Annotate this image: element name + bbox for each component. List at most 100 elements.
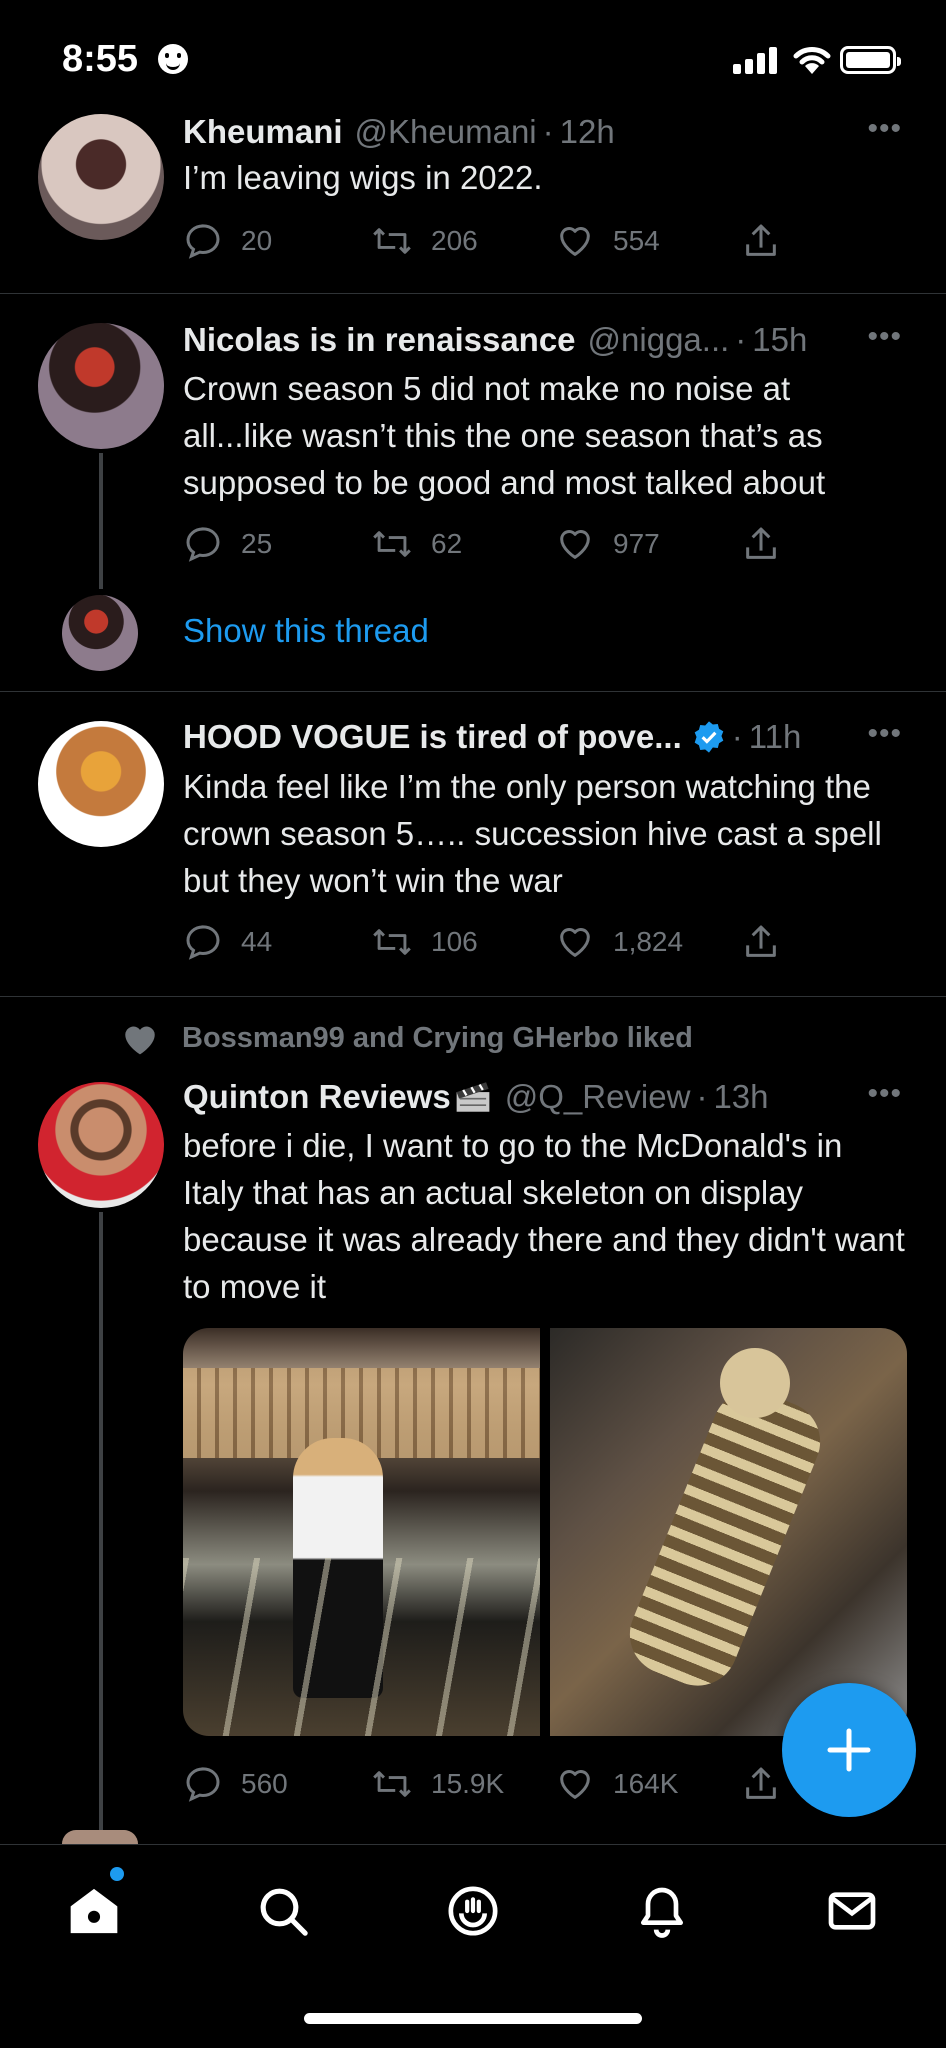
author-handle[interactable]: @Kheumani	[355, 113, 537, 151]
tab-messages[interactable]	[820, 1879, 884, 1943]
like-count: 554	[613, 225, 660, 256]
more-icon[interactable]: •••	[867, 717, 902, 751]
tweet-time: 12h	[559, 113, 615, 150]
retweet-button[interactable]: 62	[371, 521, 462, 567]
share-button[interactable]	[741, 919, 799, 965]
messages-icon	[828, 1892, 876, 1930]
tab-search[interactable]	[251, 1879, 315, 1943]
like-icon	[560, 530, 590, 559]
reply-button[interactable]: 25	[183, 521, 272, 567]
liked-by-text[interactable]: Bossman99 and Crying GHerbo liked	[182, 1022, 693, 1055]
tab-notifications[interactable]	[630, 1879, 694, 1943]
retweet-icon	[373, 1771, 411, 1797]
retweet-button[interactable]: 206	[371, 218, 478, 264]
like-button[interactable]: 554	[555, 218, 660, 264]
social-context: Bossman99 and Crying GHerbo liked	[120, 1020, 693, 1056]
separator-dot: ·	[735, 321, 747, 358]
author-handle[interactable]: @Q_Review	[505, 1078, 691, 1116]
avatar[interactable]	[38, 721, 164, 847]
reply-count: 44	[241, 926, 273, 957]
tweet-header: Quinton Reviews @Q_Review · 13h •••	[183, 1075, 906, 1119]
home-indicator	[304, 2013, 642, 2024]
retweet-button[interactable]: 106	[371, 919, 478, 965]
retweet-icon	[373, 929, 411, 955]
reply-icon	[186, 1767, 220, 1802]
like-icon	[560, 928, 590, 957]
focus-mode-icon	[158, 44, 188, 74]
media-grid[interactable]	[183, 1328, 907, 1736]
reply-icon	[186, 527, 220, 562]
tweet-header: Kheumani @Kheumani · 12h •••	[183, 110, 906, 154]
thread-connector	[99, 1212, 103, 1834]
tweet-actions: 25 62 977	[183, 521, 783, 567]
cellular-signal-icon	[733, 46, 777, 74]
like-button[interactable]: 1,824	[555, 919, 683, 965]
author-name[interactable]: HOOD VOGUE is tired of pove...	[183, 718, 682, 756]
tweet-text: I’m leaving wigs in 2022.	[183, 159, 543, 196]
share-icon	[746, 224, 776, 256]
separator-dot: ·	[696, 1078, 708, 1115]
like-icon	[560, 1770, 590, 1799]
author-name[interactable]: Quinton Reviews	[183, 1078, 451, 1116]
tab-spaces[interactable]	[441, 1879, 505, 1943]
like-button[interactable]: 977	[555, 521, 660, 567]
like-count: 977	[613, 528, 660, 559]
share-icon	[746, 527, 776, 559]
tweet[interactable]: HOOD VOGUE is tired of pove... · 11h •••…	[0, 693, 946, 997]
retweet-icon	[373, 531, 411, 557]
avatar[interactable]	[38, 1082, 164, 1208]
like-count: 1,824	[613, 926, 684, 957]
tweet-text: Kinda feel like I’m the only person watc…	[183, 768, 882, 899]
status-bar: 8:55	[0, 0, 946, 110]
share-icon	[746, 1767, 776, 1799]
like-count: 164K	[613, 1768, 679, 1799]
media-image[interactable]	[550, 1328, 907, 1736]
like-button[interactable]: 164K	[555, 1761, 678, 1807]
tweet[interactable]: Nicolas is in renaissance @nigga... · 15…	[0, 295, 946, 692]
tweet-actions: 20 206 554	[183, 218, 783, 264]
clapperboard-icon	[456, 1082, 490, 1112]
retweet-count: 15.9K	[431, 1768, 505, 1799]
separator-dot: ·	[731, 718, 743, 755]
verified-icon	[694, 721, 724, 753]
share-button[interactable]	[741, 521, 799, 567]
author-handle[interactable]: @nigga...	[588, 321, 730, 359]
author-name[interactable]: Kheumani	[183, 113, 343, 151]
tweet-header: Nicolas is in renaissance @nigga... · 15…	[183, 318, 906, 362]
thread-connector	[99, 453, 103, 589]
avatar[interactable]	[62, 595, 138, 671]
tweet-text: Crown season 5 did not make no noise at …	[183, 370, 826, 501]
tab-home[interactable]	[62, 1879, 126, 1943]
more-icon[interactable]: •••	[867, 112, 902, 146]
tweet-actions: 560 15.9K 164K	[183, 1761, 783, 1807]
like-icon	[560, 227, 590, 256]
more-icon[interactable]: •••	[867, 320, 902, 354]
reply-icon	[186, 224, 220, 259]
avatar[interactable]	[62, 1830, 138, 1844]
reply-count: 25	[241, 528, 273, 559]
separator-dot: ·	[542, 113, 554, 150]
media-image[interactable]	[183, 1328, 540, 1736]
reply-button[interactable]: 20	[183, 218, 272, 264]
status-time: 8:55	[62, 38, 139, 80]
home-icon	[70, 1888, 118, 1934]
wifi-icon	[793, 47, 831, 74]
share-button[interactable]	[741, 218, 799, 264]
battery-icon	[840, 46, 901, 74]
reply-button[interactable]: 44	[183, 919, 272, 965]
compose-button[interactable]	[782, 1683, 916, 1817]
reply-count: 20	[241, 225, 273, 256]
author-name[interactable]: Nicolas is in renaissance	[183, 321, 576, 359]
search-icon	[260, 1888, 308, 1936]
more-icon[interactable]: •••	[867, 1077, 902, 1111]
retweet-button[interactable]: 15.9K	[371, 1761, 504, 1807]
retweet-count: 62	[431, 528, 463, 559]
tweet[interactable]: Kheumani @Kheumani · 12h ••• I’m leaving…	[0, 110, 946, 294]
reply-icon	[186, 925, 220, 960]
avatar[interactable]	[38, 323, 164, 449]
like-icon	[125, 1026, 155, 1055]
reply-button[interactable]: 560	[183, 1761, 288, 1807]
reply-count: 560	[241, 1768, 288, 1799]
avatar[interactable]	[38, 114, 164, 240]
show-thread-link[interactable]: Show this thread	[183, 612, 429, 650]
